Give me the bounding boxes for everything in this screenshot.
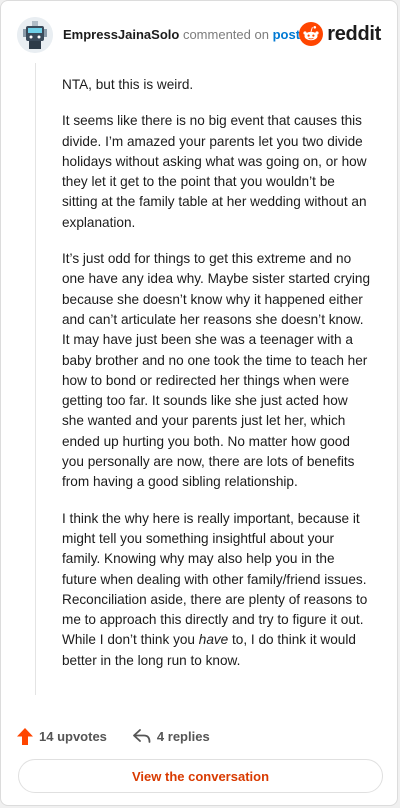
reply-icon <box>133 729 151 743</box>
reddit-wordmark: reddit <box>327 22 381 45</box>
avatar[interactable] <box>17 17 53 53</box>
comment-meta: EmpressJainaSolo commented on post <box>63 27 300 42</box>
replies-button[interactable]: 4 replies <box>133 729 210 744</box>
paragraph-text: I think the why here is really important… <box>62 510 368 648</box>
username[interactable]: EmpressJainaSolo <box>63 27 179 42</box>
comment-paragraph: It’s just odd for things to get this ext… <box>62 251 371 490</box>
comment-paragraph: NTA, but this is weird. <box>62 77 194 92</box>
comment-paragraph: It seems like there is no big event that… <box>62 113 367 230</box>
meta-verb: commented on <box>182 27 269 42</box>
thread-line <box>35 63 36 695</box>
post-link[interactable]: post <box>273 27 300 42</box>
reply-count: 4 replies <box>156 728 210 744</box>
upvote-button[interactable]: 14 upvotes <box>17 727 107 745</box>
comment-body: NTA, but this is weird. It seems like th… <box>62 75 372 687</box>
avatar-image <box>17 17 53 53</box>
comment-paragraph: I think the why here is really important… <box>62 509 372 671</box>
view-conversation-button[interactable]: View the conversation <box>18 759 383 793</box>
upvote-count: 14 upvotes <box>39 728 107 744</box>
reddit-logo-icon <box>299 22 324 46</box>
upvote-arrow-icon <box>17 727 33 745</box>
comment-header: EmpressJainaSolo commented on post reddi… <box>17 17 381 53</box>
emphasis-text: have <box>198 632 229 648</box>
reddit-logo[interactable]: reddit <box>299 21 381 47</box>
comment-footer: 14 upvotes 4 replies <box>17 723 236 749</box>
comment-card: EmpressJainaSolo commented on post reddi… <box>0 0 398 806</box>
